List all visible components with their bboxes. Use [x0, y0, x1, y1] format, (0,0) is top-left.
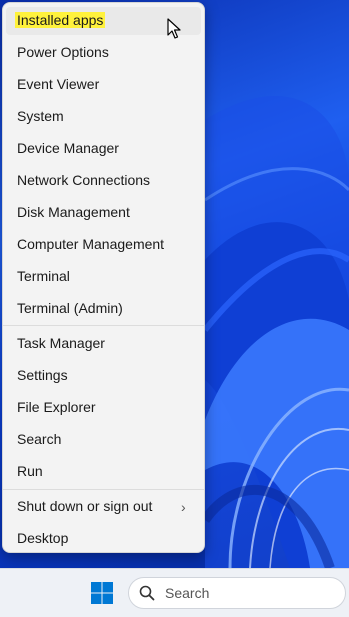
chevron-right-icon: ›: [181, 499, 186, 515]
menu-item-installed-apps[interactable]: Installed apps: [15, 9, 106, 31]
taskbar: Search: [0, 568, 349, 617]
menu-item-run[interactable]: Run: [17, 460, 43, 482]
menu-item-settings[interactable]: Settings: [17, 364, 68, 386]
menu-item-desktop[interactable]: Desktop: [17, 527, 68, 549]
windows-logo-icon[interactable]: [90, 581, 114, 605]
menu-separator: [3, 325, 204, 326]
menu-item-label: Installed apps: [15, 12, 106, 28]
menu-item-terminal[interactable]: Terminal: [17, 265, 70, 287]
winx-context-menu: Installed apps Power Options Event Viewe…: [2, 2, 205, 553]
menu-item-disk-management[interactable]: Disk Management: [17, 201, 130, 223]
menu-item-file-explorer[interactable]: File Explorer: [17, 396, 96, 418]
menu-item-search[interactable]: Search: [17, 428, 61, 450]
menu-item-device-manager[interactable]: Device Manager: [17, 137, 119, 159]
search-placeholder: Search: [165, 585, 210, 601]
menu-item-system[interactable]: System: [17, 105, 64, 127]
search-icon: [139, 585, 155, 601]
menu-separator: [3, 489, 204, 490]
menu-item-network-connections[interactable]: Network Connections: [17, 169, 150, 191]
menu-item-computer-management[interactable]: Computer Management: [17, 233, 164, 255]
menu-item-event-viewer[interactable]: Event Viewer: [17, 73, 99, 95]
menu-item-power-options[interactable]: Power Options: [17, 41, 109, 63]
mouse-pointer-icon: [167, 18, 181, 39]
menu-item-terminal-admin[interactable]: Terminal (Admin): [17, 297, 123, 319]
menu-item-task-manager[interactable]: Task Manager: [17, 332, 105, 354]
menu-item-shut-down-or-sign-out[interactable]: Shut down or sign out: [17, 495, 152, 517]
taskbar-search-box[interactable]: Search: [128, 577, 346, 609]
